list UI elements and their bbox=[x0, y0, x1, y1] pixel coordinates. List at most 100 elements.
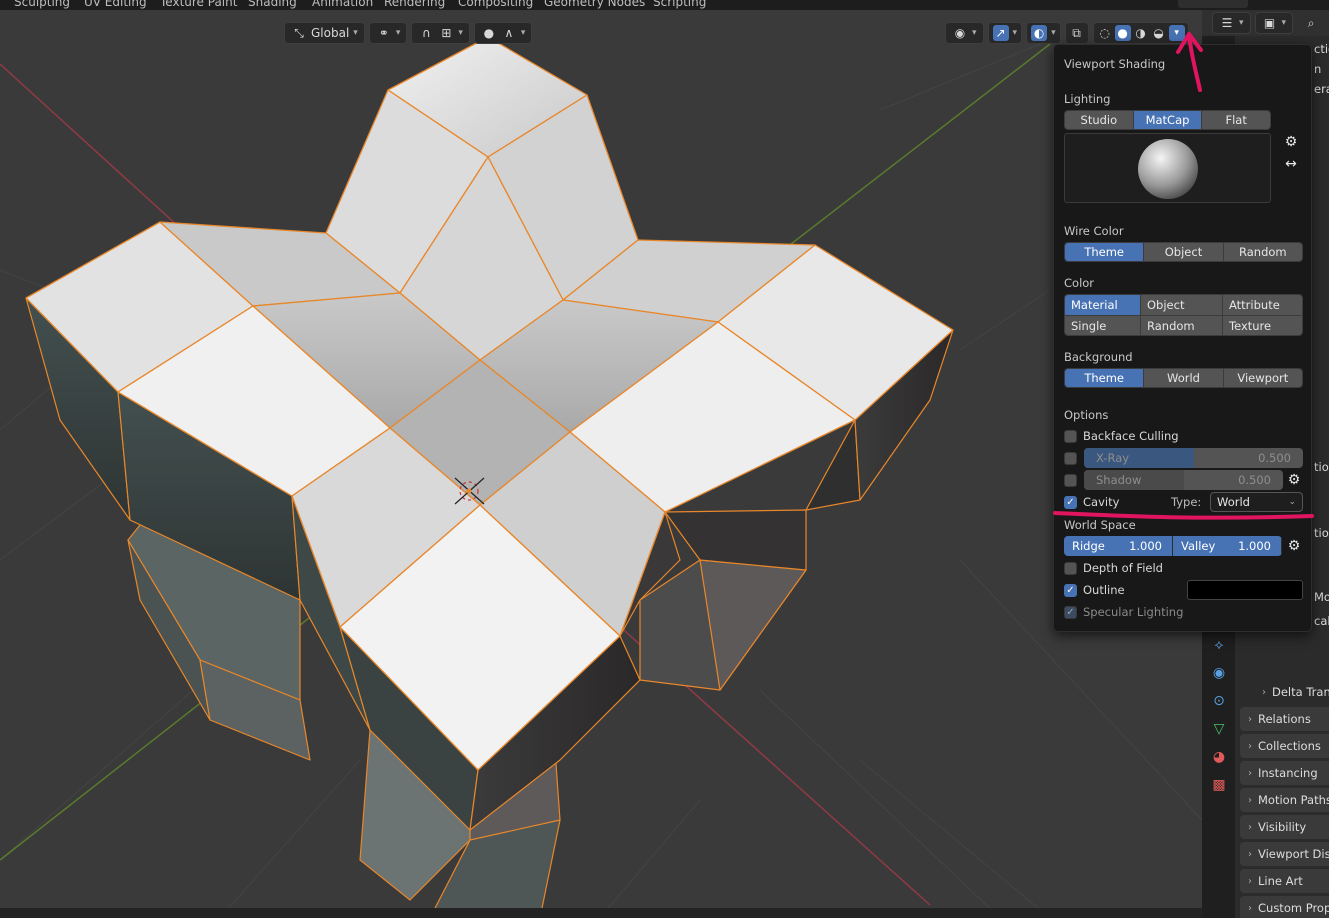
cavity-checkbox[interactable]: ✓ bbox=[1064, 495, 1077, 509]
rendered-shading-icon[interactable]: ◒ bbox=[1151, 25, 1167, 41]
specular-lighting-row[interactable]: ✓ Specular Lighting bbox=[1064, 602, 1183, 622]
data-tab-icon[interactable]: ▽ bbox=[1210, 720, 1228, 738]
background-theme-button[interactable]: Theme bbox=[1065, 369, 1145, 387]
shadow-settings-gear-icon[interactable]: ⚙ bbox=[1285, 471, 1303, 489]
tab-animation[interactable]: Animation bbox=[312, 0, 373, 9]
background-viewport-button[interactable]: Viewport bbox=[1223, 369, 1302, 387]
ridge-slider[interactable]: Ridge 1.000 bbox=[1064, 536, 1173, 556]
color-material-button[interactable]: Material bbox=[1065, 295, 1141, 316]
panel-custom-properties[interactable]: › Custom Prop bbox=[1240, 896, 1329, 918]
cavity-type-dropdown[interactable]: World ⌄ bbox=[1210, 492, 1303, 512]
tab-shading[interactable]: Shading bbox=[248, 0, 297, 9]
cavity-row[interactable]: ✓ Cavity bbox=[1064, 492, 1119, 512]
partial-label: ction bbox=[1314, 42, 1329, 56]
viewport-shading-popover: Viewport Shading Lighting Studio MatCap … bbox=[1053, 44, 1312, 632]
constraints-tab-icon[interactable]: ⊙ bbox=[1210, 692, 1228, 710]
flip-horizontal-icon[interactable]: ↔ bbox=[1282, 155, 1300, 173]
valley-slider[interactable]: Valley 1.000 bbox=[1173, 536, 1282, 556]
chevron-down-icon: ▾ bbox=[1012, 28, 1018, 38]
outliner-filter-dropdown[interactable]: ☰ ▾ bbox=[1212, 12, 1251, 34]
backface-culling-checkbox[interactable] bbox=[1064, 429, 1077, 443]
lighting-studio-button[interactable]: Studio bbox=[1065, 111, 1134, 129]
outline-row[interactable]: ✓ Outline bbox=[1064, 580, 1125, 600]
matcap-preview[interactable] bbox=[1064, 133, 1271, 203]
falloff-curve-icon: ∧ bbox=[504, 26, 514, 40]
chevron-right-icon: › bbox=[1248, 848, 1252, 860]
panel-relations[interactable]: › Relations bbox=[1240, 707, 1329, 731]
shading-mode-group: ◌ ● ◑ ◒ ▾ bbox=[1092, 22, 1189, 44]
color-random-button[interactable]: Random bbox=[1141, 316, 1223, 335]
valley-value: 1.000 bbox=[1238, 539, 1271, 553]
wire-color-selector: Theme Object Random bbox=[1064, 242, 1303, 262]
chevron-right-icon: › bbox=[1248, 713, 1252, 725]
depth-of-field-row[interactable]: Depth of Field bbox=[1064, 558, 1163, 578]
backface-culling-row[interactable]: Backface Culling bbox=[1064, 426, 1179, 446]
preferences-gear-icon[interactable]: ⚙ bbox=[1282, 133, 1300, 151]
panel-line-art[interactable]: › Line Art bbox=[1240, 869, 1329, 893]
magnet-icon: ∩ bbox=[421, 26, 431, 40]
color-texture-button[interactable]: Texture bbox=[1223, 316, 1302, 335]
panel-viewport-display[interactable]: › Viewport Dis bbox=[1240, 842, 1329, 866]
specular-lighting-checkbox[interactable]: ✓ bbox=[1064, 605, 1077, 619]
lighting-flat-button[interactable]: Flat bbox=[1202, 111, 1270, 129]
workspace-tabs: Sculpting UV Editing Texture Paint Shadi… bbox=[0, 0, 1329, 10]
display-mode-dropdown[interactable]: ▣ ▾ bbox=[1254, 12, 1294, 34]
shadow-slider[interactable]: Shadow 0.500 bbox=[1084, 470, 1283, 490]
lighting-matcap-button[interactable]: MatCap bbox=[1133, 111, 1203, 129]
wire-theme-button[interactable]: Theme bbox=[1065, 243, 1145, 261]
panel-visibility[interactable]: › Visibility bbox=[1240, 815, 1329, 839]
partial-label: tion bbox=[1314, 460, 1329, 474]
xray-slider[interactable]: X-Ray 0.500 bbox=[1084, 448, 1303, 468]
properties-header: ☰ ▾ ▣ ▾ ⌕ bbox=[1212, 12, 1325, 34]
depth-of-field-checkbox[interactable] bbox=[1064, 561, 1077, 575]
visibility-dropdown[interactable]: ◉ ▾ bbox=[945, 22, 984, 44]
color-selector: Material Object Attribute Single Random … bbox=[1064, 294, 1303, 336]
shadow-checkbox[interactable] bbox=[1064, 473, 1077, 487]
material-preview-icon[interactable]: ◑ bbox=[1133, 25, 1149, 41]
pivot-point-dropdown[interactable]: ⚭ ▾ bbox=[368, 22, 408, 44]
solid-shading-icon[interactable]: ● bbox=[1114, 25, 1131, 41]
color-single-button[interactable]: Single bbox=[1065, 316, 1141, 335]
xray-slider-value: 0.500 bbox=[1258, 451, 1291, 465]
gizmo-toggle[interactable]: ↗ ▾ bbox=[987, 22, 1023, 44]
proportional-editing-toggle[interactable]: ● ∧ ▾ bbox=[473, 22, 533, 44]
panel-collections[interactable]: › Collections bbox=[1240, 734, 1329, 758]
shading-popover-chevron-icon[interactable]: ▾ bbox=[1168, 25, 1185, 41]
background-world-button[interactable]: World bbox=[1144, 369, 1224, 387]
color-attribute-button[interactable]: Attribute bbox=[1223, 295, 1302, 316]
transform-orientation-dropdown[interactable]: ⤡ Global ▾ bbox=[284, 22, 365, 44]
snap-toggle[interactable]: ∩ ⊞ ▾ bbox=[411, 22, 470, 44]
particles-tab-icon[interactable]: ⟡ bbox=[1210, 636, 1228, 654]
color-object-button[interactable]: Object bbox=[1141, 295, 1223, 316]
valley-label: Valley bbox=[1181, 539, 1216, 553]
tab-compositing[interactable]: Compositing bbox=[458, 0, 533, 9]
chevron-right-icon: › bbox=[1248, 902, 1252, 914]
panel-motion-paths[interactable]: › Motion Paths bbox=[1240, 788, 1329, 812]
cavity-settings-gear-icon[interactable]: ⚙ bbox=[1285, 537, 1303, 555]
scene-selector[interactable] bbox=[1178, 0, 1248, 8]
tab-uv-editing[interactable]: UV Editing bbox=[84, 0, 147, 9]
tab-scripting[interactable]: Scripting bbox=[653, 0, 706, 9]
chevron-down-icon: ▾ bbox=[972, 28, 977, 38]
wireframe-shading-icon[interactable]: ◌ bbox=[1097, 25, 1113, 41]
physics-tab-icon[interactable]: ◉ bbox=[1210, 664, 1228, 682]
wire-random-button[interactable]: Random bbox=[1223, 243, 1302, 261]
3d-viewport[interactable]: ⤡ Global ▾ ⚭ ▾ ∩ ⊞ ▾ ● ∧ ▾ ◉ ▾ ↗ ▾ ◐ ▾ ⧉… bbox=[0, 10, 1202, 908]
options-label: Options bbox=[1064, 408, 1109, 422]
texture-tab-icon[interactable]: ▩ bbox=[1210, 776, 1228, 794]
overlays-icon: ◐ bbox=[1031, 25, 1048, 41]
outline-color-swatch[interactable] bbox=[1187, 580, 1303, 600]
search-button[interactable]: ⌕ bbox=[1297, 12, 1325, 34]
tab-texture-paint[interactable]: Texture Paint bbox=[160, 0, 237, 9]
tab-geometry-nodes[interactable]: Geometry Nodes bbox=[544, 0, 645, 9]
outline-checkbox[interactable]: ✓ bbox=[1064, 583, 1077, 597]
panel-delta-transform[interactable]: › Delta Tran bbox=[1240, 680, 1329, 704]
wire-object-button[interactable]: Object bbox=[1144, 243, 1224, 261]
tab-rendering[interactable]: Rendering bbox=[384, 0, 445, 9]
panel-instancing[interactable]: › Instancing bbox=[1240, 761, 1329, 785]
xray-checkbox[interactable] bbox=[1064, 451, 1077, 465]
xray-toggle[interactable]: ⧉ bbox=[1064, 22, 1089, 44]
tab-sculpting[interactable]: Sculpting bbox=[14, 0, 70, 9]
overlays-toggle[interactable]: ◐ ▾ bbox=[1026, 22, 1061, 44]
material-tab-icon[interactable]: ◕ bbox=[1210, 748, 1228, 766]
